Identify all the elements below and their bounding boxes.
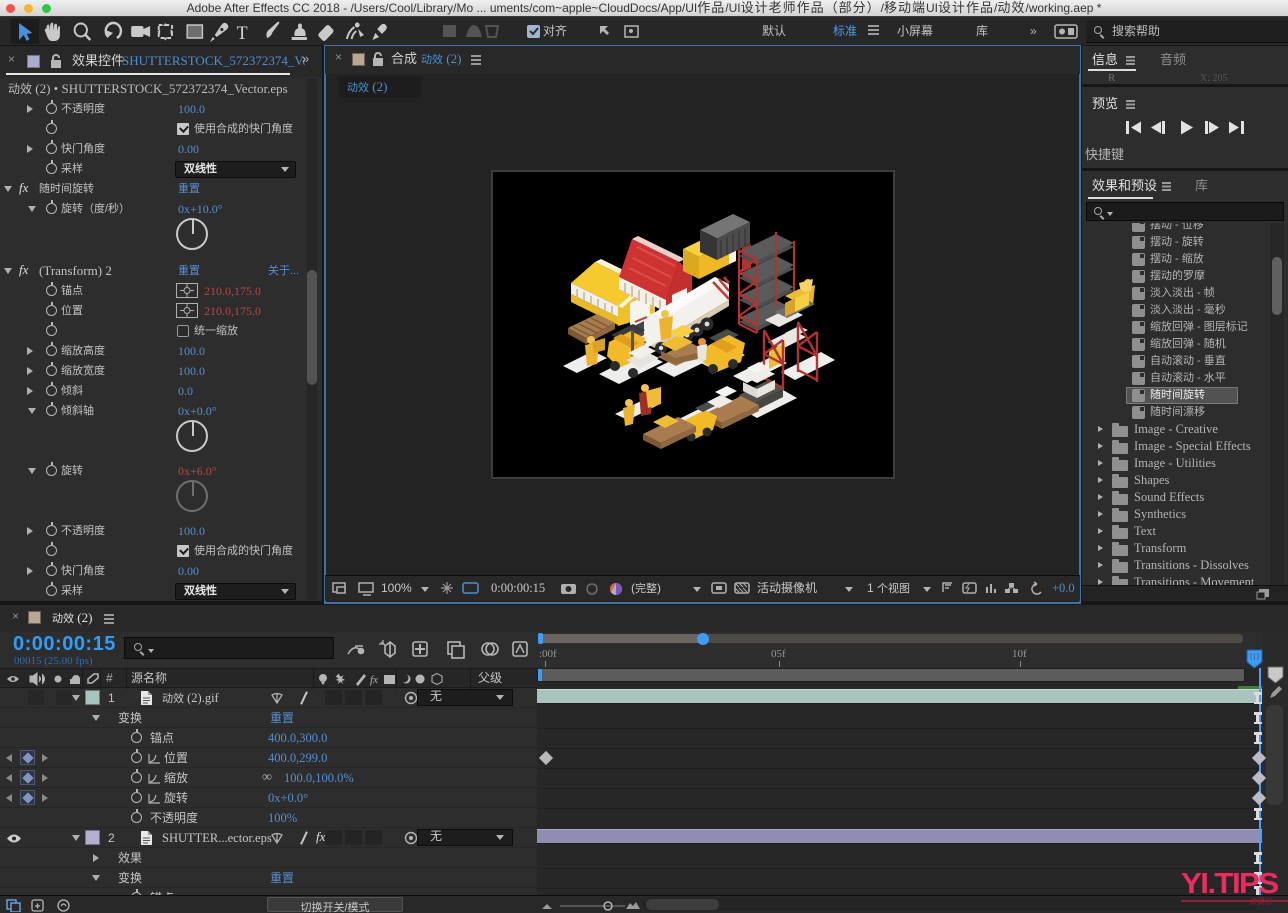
svg-text:fx: fx	[370, 674, 378, 686]
svg-text:T: T	[237, 23, 248, 45]
